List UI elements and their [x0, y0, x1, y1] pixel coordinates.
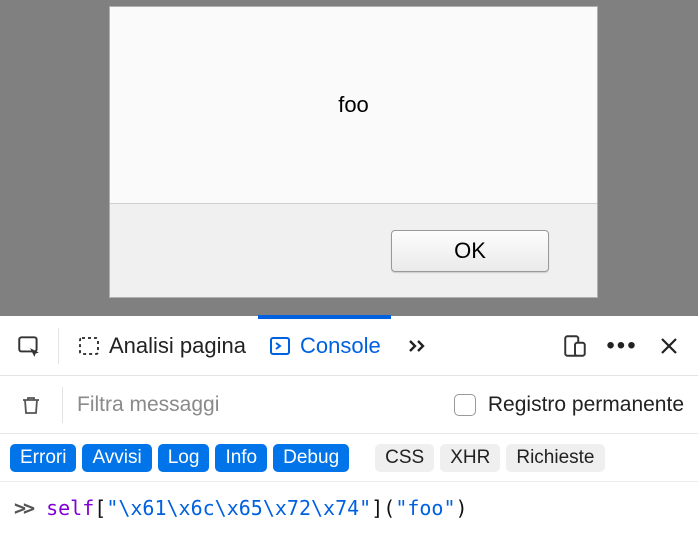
persist-log-label: Registro permanente: [488, 393, 684, 417]
tab-console[interactable]: Console: [262, 316, 387, 375]
trash-icon[interactable]: [14, 388, 48, 422]
filter-pill-info[interactable]: Info: [215, 444, 267, 472]
tabs-overflow-icon[interactable]: [397, 329, 437, 363]
filter-pill-debug[interactable]: Debug: [273, 444, 349, 472]
code-token-open-bracket: [: [94, 496, 106, 520]
console-filter-row: Registro permanente: [0, 376, 698, 434]
tab-inspector-label: Analisi pagina: [109, 333, 246, 359]
alert-footer: OK: [110, 203, 597, 297]
alert-ok-button[interactable]: OK: [391, 230, 549, 272]
code-token-self: self: [46, 496, 94, 520]
alert-message-text: foo: [338, 92, 369, 118]
page-backdrop: foo OK: [0, 0, 698, 316]
tab-inspector[interactable]: Analisi pagina: [71, 316, 252, 375]
code-token-key: "\x61\x6c\x65\x72\x74": [106, 496, 371, 520]
pick-element-icon[interactable]: [12, 329, 46, 363]
code-token-arg: "foo": [395, 496, 455, 520]
filter-input[interactable]: [77, 393, 442, 417]
close-devtools-icon[interactable]: [652, 329, 686, 363]
console-category-row: Errori Avvisi Log Info Debug CSS XHR Ric…: [0, 434, 698, 482]
persist-log-checkbox[interactable]: [454, 394, 476, 416]
console-input-line[interactable]: >> self["\x61\x6c\x65\x72\x74"]("foo"): [0, 482, 698, 534]
responsive-mode-icon[interactable]: [558, 329, 592, 363]
filter-pill-log[interactable]: Log: [158, 444, 210, 472]
code-token-open-paren: (: [383, 496, 395, 520]
code-token-close-bracket: ]: [371, 496, 383, 520]
console-code: self["\x61\x6c\x65\x72\x74"]("foo"): [46, 496, 467, 520]
alert-dialog: foo OK: [109, 6, 598, 298]
devtools-toolbar: Analisi pagina Console •••: [0, 316, 698, 376]
code-token-close-paren: ): [456, 496, 468, 520]
devtools-panel: Analisi pagina Console •••: [0, 316, 698, 534]
console-prompt-icon: >>: [14, 496, 32, 520]
kebab-menu-icon[interactable]: •••: [602, 329, 642, 363]
alert-message: foo: [110, 7, 597, 203]
filter-pill-warnings[interactable]: Avvisi: [82, 444, 151, 472]
filter-pill-css[interactable]: CSS: [375, 444, 434, 472]
filter-pill-requests[interactable]: Richieste: [506, 444, 604, 472]
tab-console-label: Console: [300, 333, 381, 359]
filter-pill-xhr[interactable]: XHR: [440, 444, 500, 472]
filter-pill-errors[interactable]: Errori: [10, 444, 76, 472]
